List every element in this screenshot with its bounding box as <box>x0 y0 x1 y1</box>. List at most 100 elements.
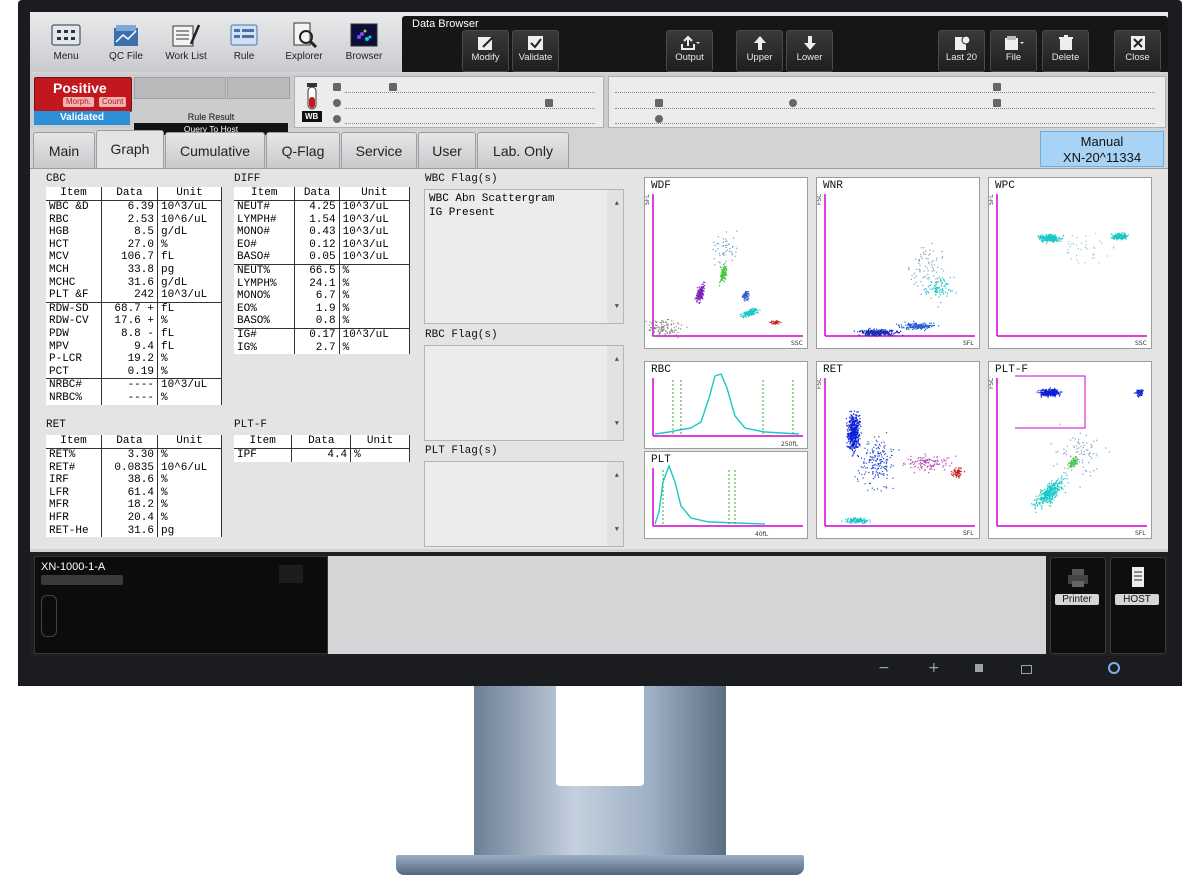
plt-flags-box[interactable]: ▲ ▼ <box>424 461 624 547</box>
output-label: Output <box>675 52 704 63</box>
delete-button[interactable]: Delete <box>1042 30 1089 72</box>
event-dot <box>927 459 929 461</box>
tab-cumulative[interactable]: Cumulative <box>165 132 265 169</box>
event-dot <box>1052 492 1054 494</box>
event-dot <box>752 313 754 315</box>
event-dot <box>857 438 859 440</box>
wpc-scattergram[interactable]: SSC SFL WPC <box>988 177 1152 349</box>
event-dot <box>1054 486 1056 488</box>
file-button[interactable]: File <box>990 30 1037 72</box>
event-dot <box>939 278 942 280</box>
event-dot <box>908 267 910 269</box>
event-dot <box>955 476 957 478</box>
data-cell: 1.54 <box>294 213 340 227</box>
tab-q-flag[interactable]: Q-Flag <box>266 132 340 169</box>
wdf-scattergram[interactable]: SSC SFL WDF <box>644 177 808 349</box>
tab-lab-only[interactable]: Lab. Only <box>477 132 569 169</box>
tab-graph[interactable]: Graph <box>96 130 164 169</box>
last-20-icon <box>954 35 970 50</box>
wbc-flags-box[interactable]: WBC Abn Scattergram IG Present ▲ ▼ <box>424 189 624 324</box>
event-dot <box>1121 233 1123 235</box>
rbc-flags-box[interactable]: ▲ ▼ <box>424 345 624 441</box>
unit-cell: 10^6/uL <box>157 461 223 475</box>
item-cell: BASO# <box>234 251 296 265</box>
event-dot <box>932 465 934 467</box>
event-dot <box>746 291 748 293</box>
table-row: MFR 18.2% <box>46 499 223 512</box>
tab-main[interactable]: Main <box>33 132 95 169</box>
event-dot <box>1075 451 1077 453</box>
printer-label: Printer <box>1055 594 1099 605</box>
event-dot <box>1049 501 1051 503</box>
wbc-flags-scrollbar[interactable]: ▲ ▼ <box>607 190 623 323</box>
event-dot <box>751 307 753 310</box>
event-dot <box>725 240 727 242</box>
output-button[interactable]: Output <box>666 30 713 72</box>
last-20-button[interactable]: Last 20 <box>938 30 985 72</box>
event-dot <box>661 320 663 322</box>
menu-control-icon[interactable] <box>975 664 983 672</box>
manual-mode-indicator[interactable]: Manual XN-20^11334 <box>1040 131 1164 167</box>
event-dot <box>919 271 921 273</box>
event-dot <box>960 467 962 469</box>
x-axis-unit: 250fL <box>781 441 799 448</box>
printer-button[interactable]: Printer <box>1050 557 1106 654</box>
wnr-scattergram[interactable]: SFL FSC WNR <box>816 177 980 349</box>
tab-user[interactable]: User <box>418 132 476 169</box>
event-dot <box>1036 505 1038 507</box>
instrument-panel[interactable]: XN-1000-1-A <box>34 556 328 654</box>
tab-service[interactable]: Service <box>341 132 417 169</box>
event-dot <box>1038 502 1040 504</box>
event-dot <box>1139 389 1141 391</box>
event-dot <box>1065 472 1067 474</box>
event-dot <box>850 410 852 413</box>
cell-cluster <box>741 290 750 302</box>
event-dot <box>698 302 700 304</box>
event-dot <box>879 329 881 331</box>
scroll-up-icon: ▲ <box>614 472 619 480</box>
event-dot <box>951 290 953 292</box>
plt-f-scattergram[interactable]: SFL FSC PLT-F <box>988 361 1152 539</box>
explorer-button[interactable]: Explorer <box>278 18 330 70</box>
event-dot <box>959 475 961 477</box>
event-dot <box>863 462 865 464</box>
event-dot <box>1093 257 1095 259</box>
power-icon[interactable] <box>1108 662 1120 674</box>
event-dot <box>875 474 877 476</box>
event-dot <box>941 250 943 253</box>
minus-control-icon[interactable]: − <box>878 660 890 676</box>
event-dot <box>876 457 879 459</box>
menu-button[interactable]: Menu <box>40 18 92 70</box>
rbc-histogram[interactable]: 250fL RBC <box>644 361 808 449</box>
event-dot <box>1072 437 1074 439</box>
modify-button[interactable]: Modify <box>462 30 509 72</box>
input-control-icon[interactable] <box>1021 665 1032 674</box>
event-dot <box>1062 488 1064 490</box>
event-dot <box>883 474 885 476</box>
event-dot <box>856 425 858 428</box>
event-dot <box>875 460 877 462</box>
event-dot <box>1066 474 1068 477</box>
event-dot <box>747 297 749 299</box>
close-button[interactable]: Close <box>1114 30 1161 72</box>
rbc-flags-scrollbar[interactable]: ▲ ▼ <box>607 346 623 440</box>
rule-button[interactable]: Rule <box>218 18 270 70</box>
event-dot <box>1049 236 1052 238</box>
event-dot <box>908 326 910 328</box>
host-button[interactable]: HOST <box>1110 557 1166 654</box>
event-dot <box>745 316 748 318</box>
event-dot <box>668 334 670 336</box>
plt-histogram[interactable]: 40fL PLT <box>644 451 808 539</box>
plus-control-icon[interactable]: + <box>928 660 940 676</box>
work-list-button[interactable]: Work List <box>160 18 212 70</box>
qc-file-button[interactable]: QC File <box>100 18 152 70</box>
ret-scattergram[interactable]: SFL FSC RET <box>816 361 980 539</box>
lower-button[interactable]: Lower <box>786 30 833 72</box>
browser-button[interactable]: Browser <box>338 18 390 70</box>
plt-flags-scrollbar[interactable]: ▲ ▼ <box>607 462 623 546</box>
event-dot <box>870 456 872 458</box>
upper-button[interactable]: Upper <box>736 30 783 72</box>
event-dot <box>923 289 925 291</box>
event-dot <box>857 519 859 521</box>
validate-button[interactable]: Validate <box>512 30 559 72</box>
